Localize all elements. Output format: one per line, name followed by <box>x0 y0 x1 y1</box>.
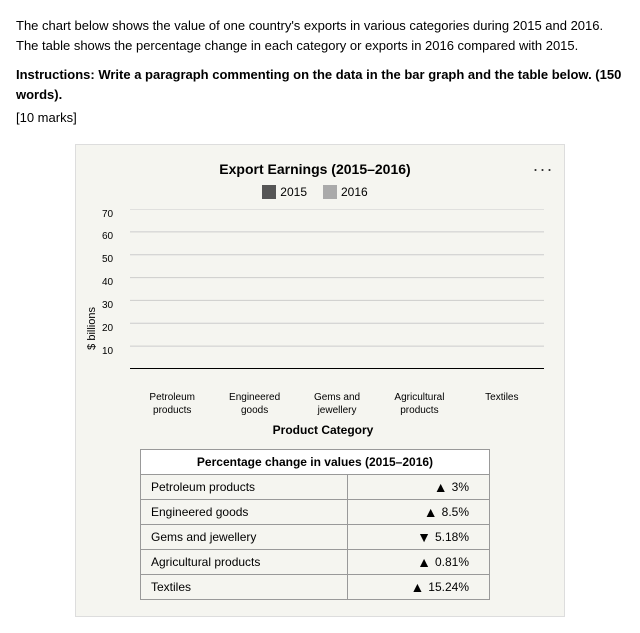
table-container: Percentage change in values (2015–2016) … <box>140 449 490 600</box>
table-value-3: ▲0.81% <box>347 549 489 574</box>
legend-box-2016 <box>323 185 337 199</box>
y-axis-label: $ billions <box>86 307 98 350</box>
chart-container: ... Export Earnings (2015–2016) 2015 201… <box>75 144 565 617</box>
chart-legend: 2015 2016 <box>86 185 544 199</box>
table-row-4: Textiles▲15.24% <box>141 574 490 599</box>
table-value-4: ▲15.24% <box>347 574 489 599</box>
legend-label-2015: 2015 <box>280 185 307 199</box>
table-row-2: Gems and jewellery▼5.18% <box>141 524 490 549</box>
y-tick-20: 20 <box>102 323 113 334</box>
table-value-0: ▲3% <box>347 474 489 499</box>
y-tick-70: 70 <box>102 209 113 220</box>
more-options-button[interactable]: ... <box>533 155 554 176</box>
legend-box-2015 <box>262 185 276 199</box>
description-text: The chart below shows the value of one c… <box>16 16 624 55</box>
percentage-table: Percentage change in values (2015–2016) … <box>140 449 490 600</box>
chart-area: $ billions 70 60 50 40 30 20 <box>86 209 544 449</box>
marks-text: [10 marks] <box>16 108 624 128</box>
instructions-text: Instructions: Write a paragraph commenti… <box>16 65 624 104</box>
chart-inner: 70 60 50 40 30 20 10 PetroleumproductsEn… <box>102 209 544 449</box>
x-axis-title: Product Category <box>102 423 544 437</box>
legend-label-2016: 2016 <box>341 185 368 199</box>
table-row-3: Agricultural products▲0.81% <box>141 549 490 574</box>
table-category-1: Engineered goods <box>141 499 348 524</box>
table-value-2: ▼5.18% <box>347 524 489 549</box>
table-value-1: ▲8.5% <box>347 499 489 524</box>
table-category-4: Textiles <box>141 574 348 599</box>
table-category-0: Petroleum products <box>141 474 348 499</box>
legend-item-2016: 2016 <box>323 185 368 199</box>
x-label-2: Gems andjewellery <box>299 391 375 417</box>
x-label-3: Agriculturalproducts <box>381 391 457 417</box>
x-label-0: Petroleumproducts <box>134 391 210 417</box>
y-tick-30: 30 <box>102 300 113 311</box>
y-tick-10: 10 <box>102 346 113 357</box>
table-category-2: Gems and jewellery <box>141 524 348 549</box>
x-label-1: Engineeredgoods <box>216 391 292 417</box>
y-tick-40: 40 <box>102 277 113 288</box>
legend-item-2015: 2015 <box>262 185 307 199</box>
x-label-4: Textiles <box>464 391 540 417</box>
chart-title: Export Earnings (2015–2016) <box>86 161 544 177</box>
table-category-3: Agricultural products <box>141 549 348 574</box>
y-tick-60: 60 <box>102 231 113 242</box>
table-row-1: Engineered goods▲8.5% <box>141 499 490 524</box>
table-row-0: Petroleum products▲3% <box>141 474 490 499</box>
y-tick-50: 50 <box>102 254 113 265</box>
table-header: Percentage change in values (2015–2016) <box>141 449 490 474</box>
